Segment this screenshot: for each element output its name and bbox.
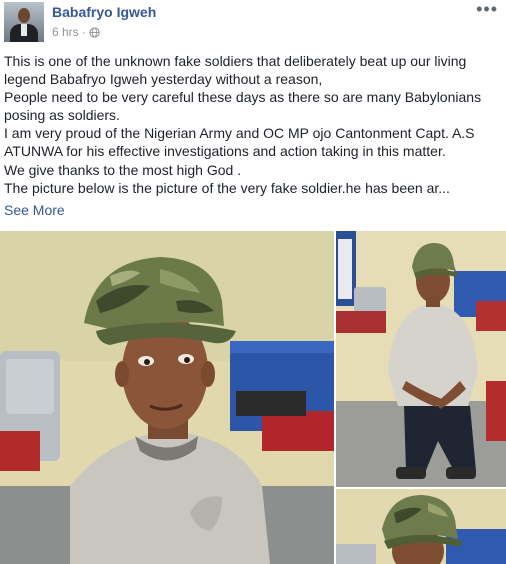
globe-icon[interactable] [89,26,100,38]
post-line: People need to be very careful these day… [4,89,482,106]
post-line: posing as soldiers. [4,107,120,124]
author-name[interactable]: Babafryo Igweh [52,4,156,20]
avatar[interactable] [4,2,44,42]
photo-main[interactable] [0,231,334,564]
more-options-icon[interactable]: ••• [476,0,498,18]
post-line: ATUNWA for his effective investigations … [4,143,446,160]
facebook-post: Babafryo Igweh 6 hrs · ••• This is one o… [0,0,506,564]
post-line: The picture below is the picture of the … [4,179,450,196]
see-more-link[interactable]: See More [4,202,65,218]
post-header: Babafryo Igweh 6 hrs · ••• [4,0,504,44]
post-line: We give thanks to the most high God . [4,161,242,178]
post-line: I am very proud of the Nigerian Army and… [4,125,475,142]
post-body: This is one of the unknown fake soldiers… [4,52,500,197]
post-line: This is one of the unknown fake soldiers… [4,53,467,69]
post-timestamp[interactable]: 6 hrs [52,25,79,39]
post-meta: 6 hrs · [52,25,100,39]
photo-kneeling[interactable] [336,231,506,487]
meta-separator: · [81,25,86,39]
photo-grid [0,231,506,564]
photo-closeup[interactable] [336,489,506,564]
post-line: legend Babafryo Igweh yesterday without … [4,71,323,88]
